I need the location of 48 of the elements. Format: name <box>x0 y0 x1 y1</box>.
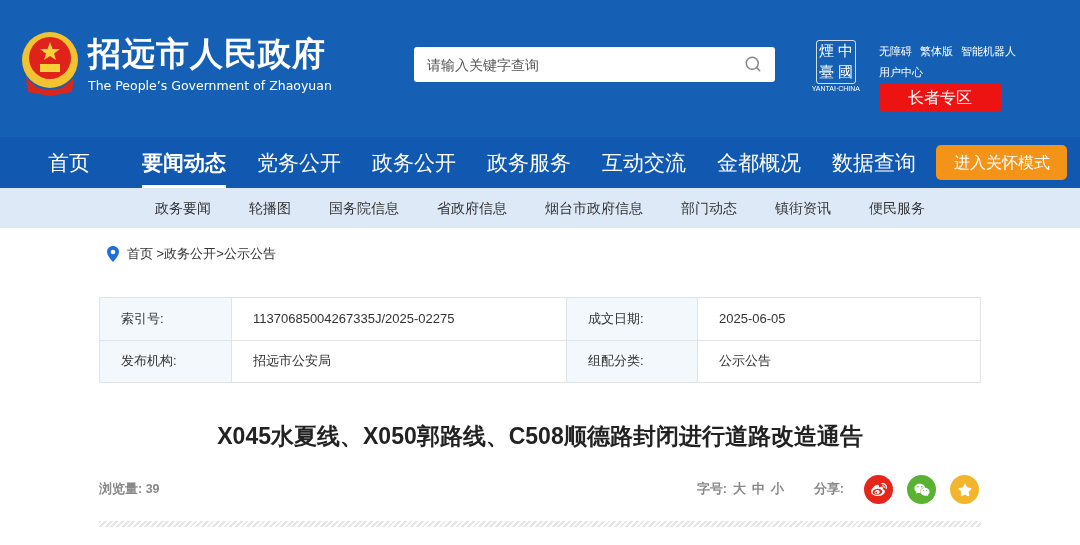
nav-tab[interactable]: 互动交流 <box>586 137 701 188</box>
site-title: 招远市人民政府 <box>88 34 327 74</box>
subnav-link[interactable]: 镇街资讯 <box>775 197 831 219</box>
font-size-link[interactable]: 小 <box>770 480 784 499</box>
wechat-share-button[interactable] <box>907 475 936 504</box>
subnav-link[interactable]: 国务院信息 <box>329 197 399 219</box>
location-pin-icon <box>107 245 119 262</box>
chat-bubbles-icon <box>913 481 930 498</box>
subnav-link[interactable]: 政务要闻 <box>155 197 211 219</box>
subnav-link[interactable]: 烟台市政府信息 <box>545 197 643 219</box>
nav-tab[interactable]: 金都概况 <box>701 137 816 188</box>
top-link[interactable]: 繁体版 <box>919 43 953 59</box>
share-label: 分享: <box>813 481 844 499</box>
subnav-link[interactable]: 便民服务 <box>869 197 925 219</box>
site-subtitle: The People’s Government of Zhaoyuan <box>88 78 332 94</box>
view-count: 浏览量: 39 <box>99 481 160 499</box>
font-size-link[interactable]: 中 <box>751 480 765 499</box>
font-size-link[interactable]: 大 <box>732 480 746 499</box>
top-link[interactable]: 无障碍 <box>878 43 912 59</box>
elder-zone-button[interactable]: 长者专区 <box>878 83 1002 112</box>
meta-value-cell-text: 11370685004267335J/2025-02275 <box>252 309 456 328</box>
nav-tab[interactable]: 数据查询 <box>816 137 931 188</box>
weibo-share-button[interactable] <box>864 475 893 504</box>
meta-label-cell: 成文日期: <box>566 297 698 340</box>
nav-tab[interactable]: 党务公开 <box>241 137 356 188</box>
meta-label-cell: 组配分类: <box>566 340 698 382</box>
meta-value-cell-text: 2025-06-05 <box>718 309 787 328</box>
user-center-link[interactable]: 用户中心 <box>878 64 1016 80</box>
search-icon[interactable] <box>743 55 762 73</box>
emblem-icon <box>20 30 80 96</box>
star-share-button[interactable] <box>950 475 979 504</box>
subnav-link[interactable]: 轮播图 <box>249 197 291 219</box>
meta-label-cell: 发布机构: <box>100 340 232 382</box>
nav-tab[interactable]: 政务公开 <box>356 137 471 188</box>
breadcrumb: 首页 >政务公开>公示公告 <box>127 245 276 263</box>
meta-value-cell-text: 公示公告 <box>718 352 772 371</box>
nav-tab[interactable]: 首页 <box>11 137 126 188</box>
subnav-link[interactable]: 省政府信息 <box>437 197 507 219</box>
top-link[interactable]: 智能机器人 <box>960 43 1016 59</box>
subnav-link[interactable]: 部门动态 <box>681 197 737 219</box>
article-title: X045水夏线、X050郭路线、C508顺德路封闭进行道路改造通告 <box>216 421 864 451</box>
nav-tab[interactable]: 政务服务 <box>471 137 586 188</box>
font-size-label: 字号: <box>696 480 727 499</box>
meta-label-cell: 索引号: <box>100 297 232 340</box>
search-field[interactable]: 请输入关键字查询 <box>413 47 775 82</box>
weibo-icon <box>870 481 887 498</box>
star-icon <box>957 482 972 497</box>
meta-value-cell-text: 招远市公安局 <box>252 352 332 371</box>
